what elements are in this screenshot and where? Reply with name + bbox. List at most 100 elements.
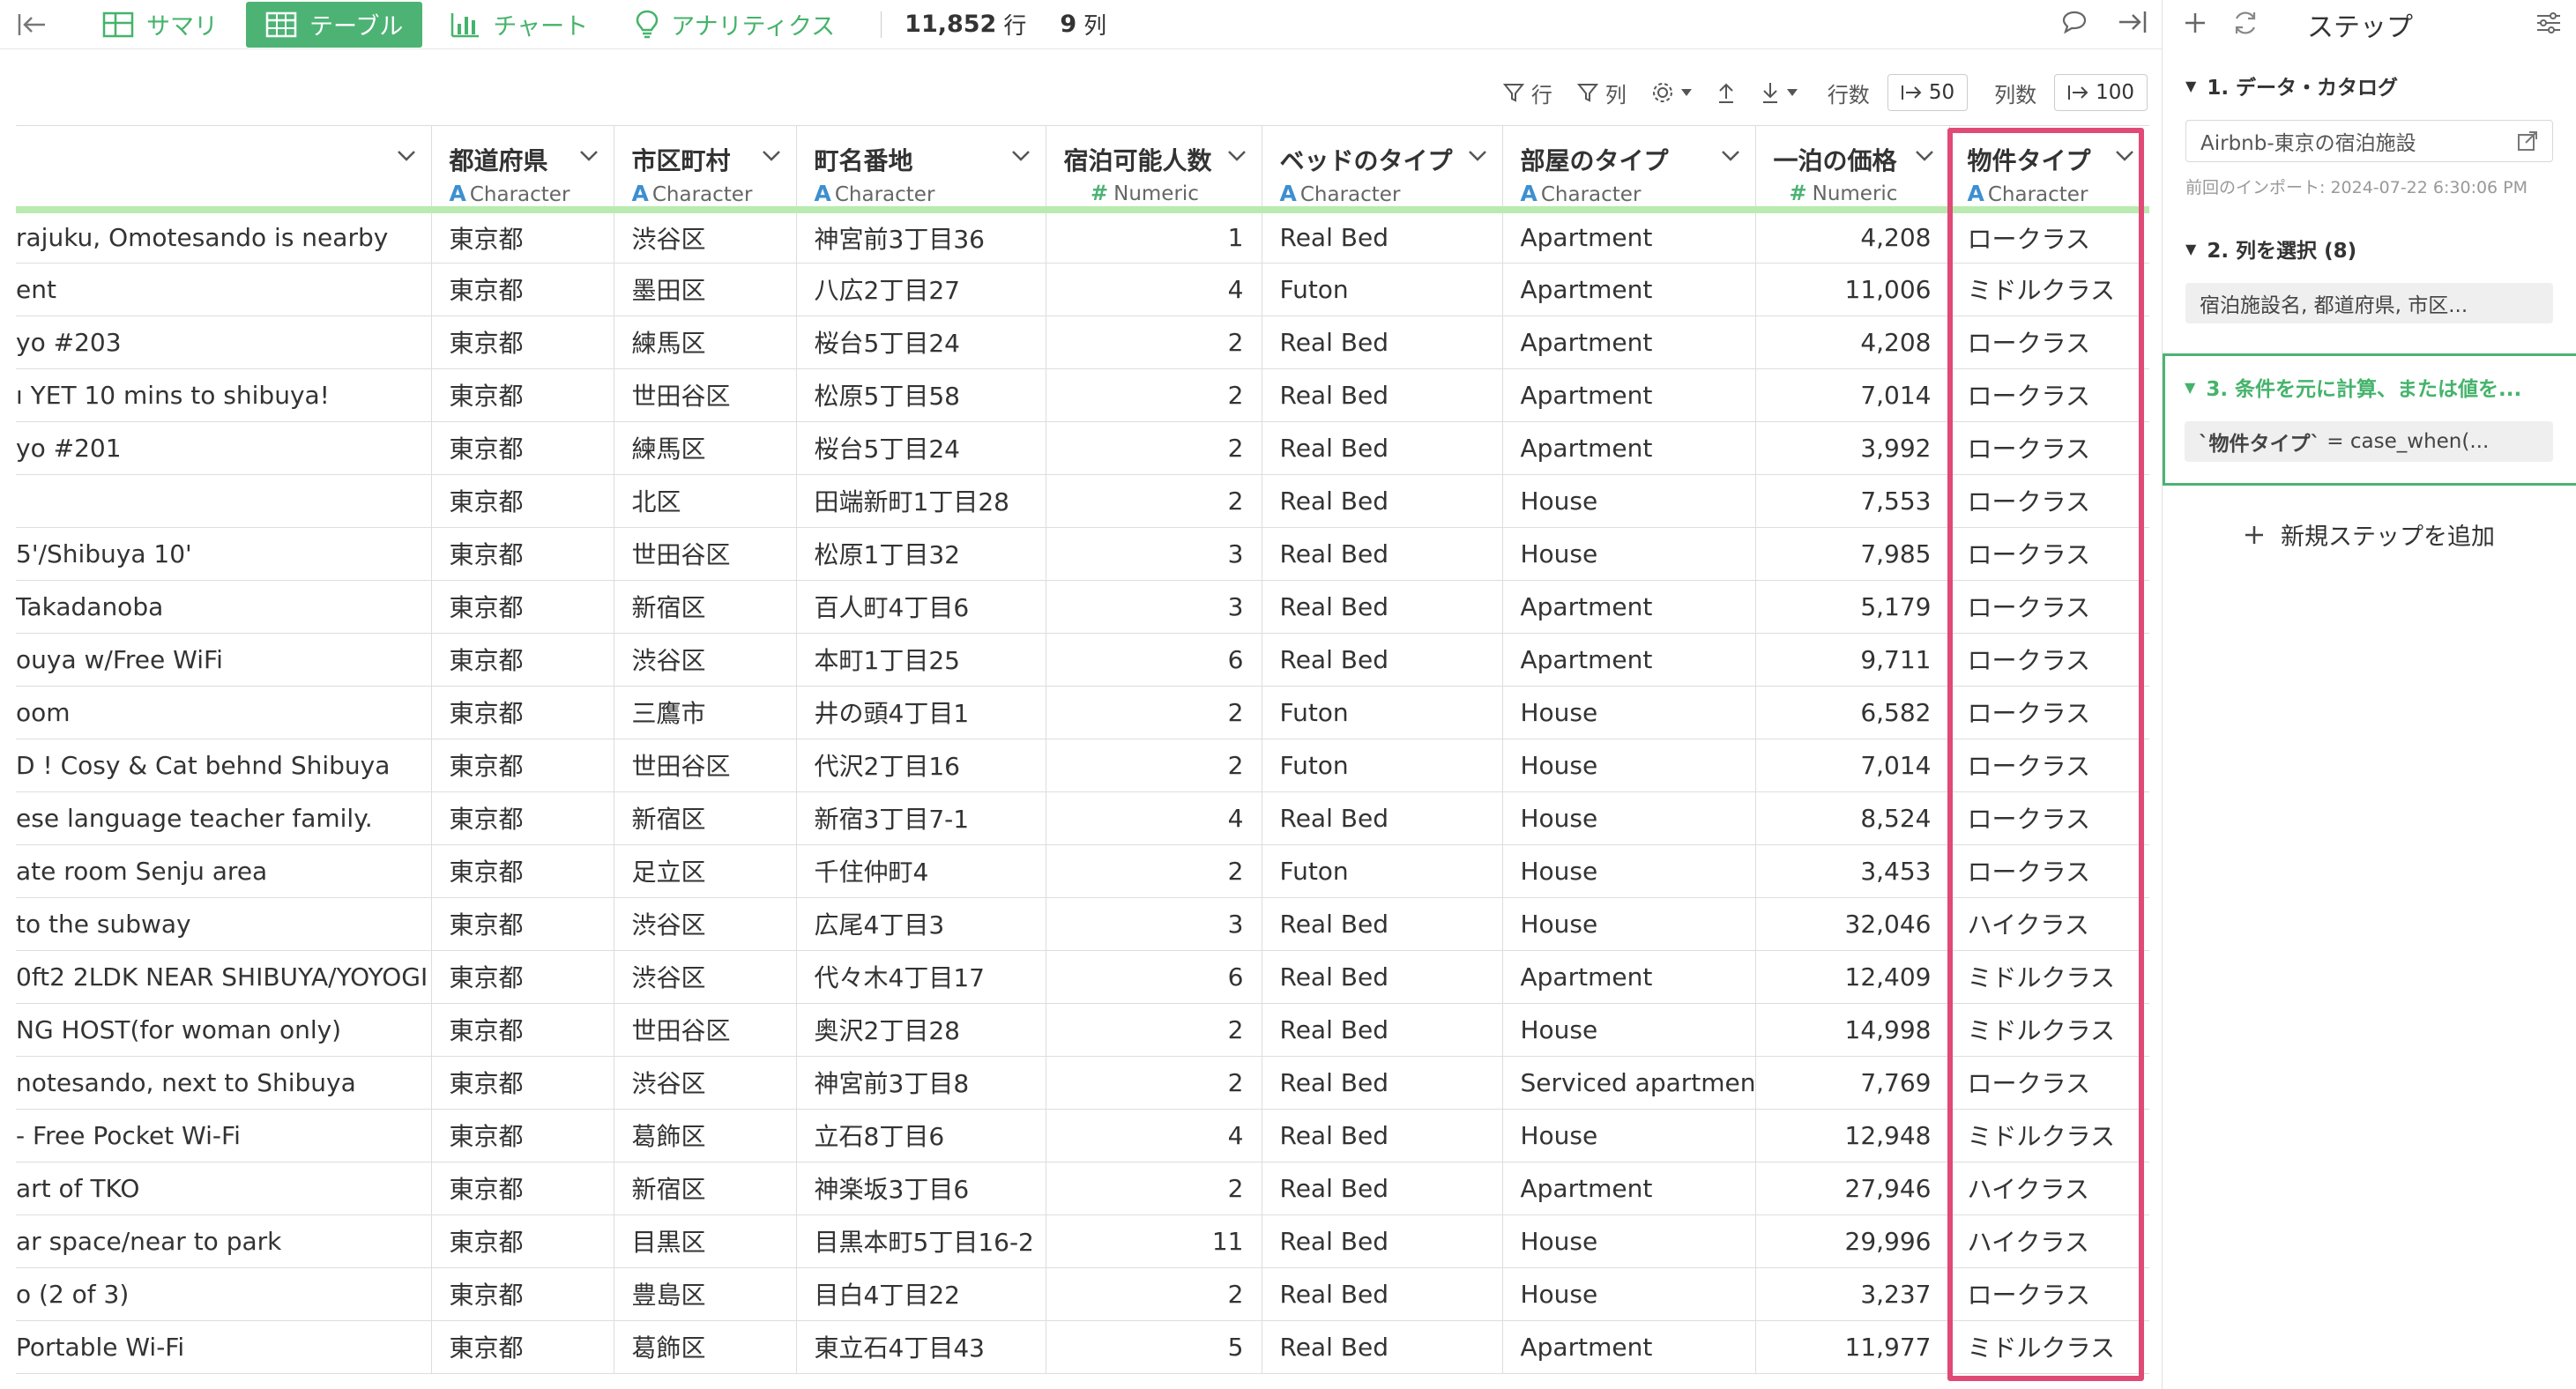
table-cell[interactable]: Futon [1262,263,1503,316]
table-cell[interactable]: 東京都 [431,527,614,581]
collapse-left-icon[interactable] [16,9,48,41]
column-filter-button[interactable]: 列 [1576,78,1627,108]
chevron-down-icon[interactable] [761,149,782,167]
table-cell[interactable]: ロークラス [1949,844,2149,898]
table-cell[interactable]: 渋谷区 [614,950,797,1004]
chevron-down-icon[interactable] [1914,149,1935,167]
table-cell[interactable]: 5'/Shibuya 10' [16,527,432,581]
column-header[interactable]: 一泊の価格 # Numeric [1755,126,1950,213]
expand-triangle-icon[interactable]: ▼ [2185,241,2196,257]
table-cell[interactable]: D ! Cosy & Cat behnd Shibuya [16,739,432,792]
table-cell[interactable]: 東京都 [431,210,614,264]
table-cell[interactable]: 渋谷区 [614,1056,797,1110]
table-cell[interactable]: 東京都 [431,1267,614,1321]
table-cell[interactable]: 29,996 [1755,1214,1950,1268]
table-cell[interactable]: ロークラス [1949,474,2149,528]
chevron-down-icon[interactable] [2114,149,2135,167]
table-cell[interactable]: ハイクラス [1949,897,2149,951]
table-cell[interactable]: notesando, next to Shibuya [16,1056,432,1110]
table-cell[interactable]: 東京都 [431,686,614,739]
table-cell[interactable]: 7,769 [1755,1056,1950,1110]
table-row[interactable]: ı YET 10 mins to shibuya! 東京都 世田谷区 松原5丁目58 2… [16,368,2149,422]
table-cell[interactable]: 東京都 [431,263,614,316]
table-row[interactable]: art of TKO 東京都 新宿区 神楽坂3丁目6 2 Real Bed Apartmen… [16,1162,2149,1215]
table-cell[interactable]: 2 [1046,739,1262,792]
table-cell[interactable]: 6 [1046,950,1262,1004]
table-cell[interactable]: 12,409 [1755,950,1950,1004]
table-cell[interactable]: House [1502,897,1756,951]
table-cell[interactable]: Apartment [1502,1162,1756,1215]
table-cell[interactable]: 3 [1046,527,1262,581]
tab-summary[interactable]: サマリ [83,2,237,48]
column-header[interactable]: 町名番地 A Character [796,126,1046,213]
table-cell[interactable]: ate room Senju area [16,844,432,898]
table-cell[interactable]: 神楽坂3丁目6 [796,1162,1046,1215]
table-cell[interactable]: ハイクラス [1949,1162,2149,1215]
table-cell[interactable]: Apartment [1502,316,1756,369]
table-cell[interactable]: Real Bed [1262,368,1503,422]
table-cell[interactable]: 東京都 [431,368,614,422]
table-cell[interactable]: 4,208 [1755,316,1950,369]
table-row[interactable]: yo #203 東京都 練馬区 桜台5丁目24 2 Real Bed Apartment 4,… [16,316,2149,369]
table-cell[interactable]: ent [16,263,432,316]
table-cell[interactable]: 奥沢2丁目28 [796,1003,1046,1057]
table-cell[interactable]: Real Bed [1262,633,1503,687]
column-header[interactable]: 宿泊可能人数 # Numeric [1046,126,1262,213]
table-cell[interactable]: - Free Pocket Wi-Fi [16,1109,432,1162]
table-cell[interactable]: 三鷹市 [614,686,797,739]
table-cell[interactable]: 東京都 [431,1214,614,1268]
refresh-icon[interactable] [2231,10,2260,40]
table-cell[interactable]: 東京都 [431,1056,614,1110]
column-header[interactable]: 市区町村 A Character [614,126,797,213]
table-cell[interactable]: NG HOST(for woman only) [16,1003,432,1057]
add-icon[interactable] [2184,11,2207,38]
table-cell[interactable]: 渋谷区 [614,633,797,687]
table-cell[interactable]: ハイクラス [1949,1214,2149,1268]
table-cell[interactable]: House [1502,1214,1756,1268]
table-cell[interactable]: 代沢2丁目16 [796,739,1046,792]
table-cell[interactable]: 世田谷区 [614,527,797,581]
table-cell[interactable]: rajuku, Omotesando is nearby [16,210,432,264]
external-link-icon[interactable] [2517,130,2538,152]
table-row[interactable]: D ! Cosy & Cat behnd Shibuya 東京都 世田谷区 代沢2丁目… [16,739,2149,792]
table-cell[interactable]: 4 [1046,791,1262,845]
chevron-down-icon[interactable] [1467,149,1488,167]
table-cell[interactable]: 2 [1046,1162,1262,1215]
table-cell[interactable]: 渋谷区 [614,210,797,264]
chevron-down-icon[interactable] [1720,149,1741,167]
table-cell[interactable]: Futon [1262,686,1503,739]
table-cell[interactable]: 3,453 [1755,844,1950,898]
table-cell[interactable]: Apartment [1502,633,1756,687]
chevron-down-icon[interactable] [396,149,417,167]
table-cell[interactable]: yo #203 [16,316,432,369]
comment-icon[interactable] [2061,10,2088,38]
expand-triangle-icon[interactable]: ▼ [2185,78,2196,94]
table-cell[interactable]: 32,046 [1755,897,1950,951]
table-cell[interactable]: ロークラス [1949,1056,2149,1110]
table-cell[interactable]: ロークラス [1949,739,2149,792]
download-dropdown[interactable] [1761,81,1798,104]
table-cell[interactable]: 7,553 [1755,474,1950,528]
table-cell[interactable]: 葛飾区 [614,1320,797,1374]
table-cell[interactable]: Apartment [1502,210,1756,264]
table-cell[interactable]: 東京都 [431,633,614,687]
table-cell[interactable]: 新宿区 [614,791,797,845]
table-cell[interactable]: 東立石4丁目43 [796,1320,1046,1374]
table-cell[interactable]: 東京都 [431,1109,614,1162]
expand-triangle-icon[interactable]: ▼ [2185,379,2195,396]
table-cell[interactable]: 3 [1046,897,1262,951]
table-cell[interactable]: ロークラス [1949,791,2149,845]
table-cell[interactable]: 葛飾区 [614,1109,797,1162]
table-cell[interactable]: 2 [1046,844,1262,898]
table-cell[interactable]: ロークラス [1949,527,2149,581]
table-cell[interactable]: 2 [1046,474,1262,528]
table-cell[interactable]: 新宿区 [614,580,797,634]
table-cell[interactable]: 豊島区 [614,1267,797,1321]
table-cell[interactable]: Real Bed [1262,791,1503,845]
table-row[interactable]: oom 東京都 三鷹市 井の頭4丁目1 2 Futon House 6,582 ロークラス [16,686,2149,739]
table-cell[interactable]: Serviced apartment [1502,1056,1756,1110]
table-cell[interactable]: 東京都 [431,1320,614,1374]
table-cell[interactable]: Apartment [1502,368,1756,422]
tab-table[interactable]: テーブル [246,1,423,48]
table-cell[interactable]: 桜台5丁目24 [796,421,1046,475]
